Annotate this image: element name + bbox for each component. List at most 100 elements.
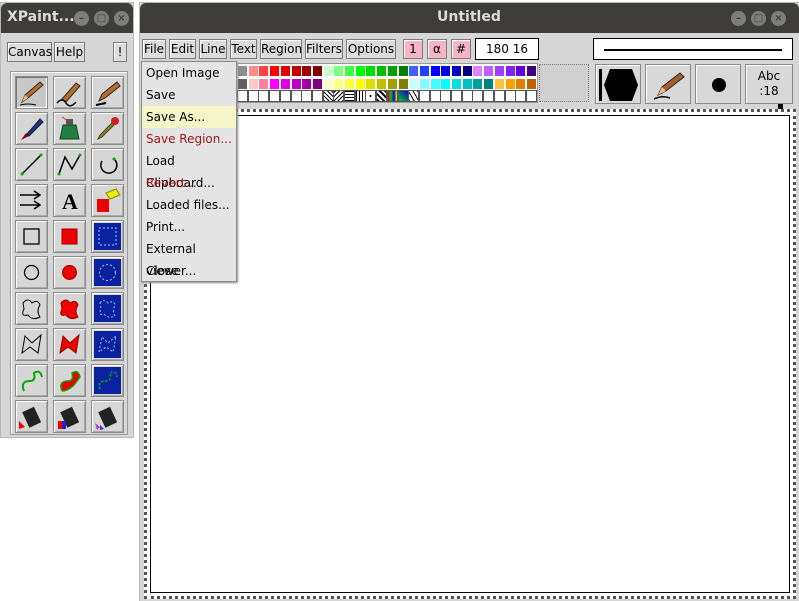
file-menu-item-load-clipboard[interactable]: Load Clipboard... [142,150,236,190]
pattern-swatch[interactable] [376,90,388,102]
color-swatch[interactable] [418,78,430,90]
color-swatch[interactable] [461,65,473,77]
color-swatch[interactable] [461,78,473,90]
pattern-swatch[interactable] [354,90,366,102]
color-swatch[interactable] [258,65,270,77]
quick-button-alpha[interactable]: α [427,39,447,59]
tool-filled-freehand[interactable] [53,292,86,325]
pattern-swatch[interactable] [397,90,409,102]
pattern-swatch[interactable] [418,90,430,102]
pattern-swatch[interactable] [493,90,505,102]
close-button[interactable]: × [771,11,786,26]
brush-shape-button[interactable] [595,64,641,104]
tool-dropper[interactable] [91,112,124,145]
color-swatch[interactable] [504,65,516,77]
color-swatch[interactable] [418,65,430,77]
file-menu-item-external-viewer[interactable]: External viewer... [142,238,236,278]
menu-edit-button[interactable]: Edit [169,39,196,59]
tool-rectangle-select[interactable] [91,220,124,253]
pattern-swatch[interactable] [440,90,452,102]
color-swatch[interactable] [290,78,302,90]
color-swatch[interactable] [258,78,270,90]
color-swatch[interactable] [408,65,420,77]
color-swatch[interactable] [354,65,366,77]
color-swatch[interactable] [279,78,291,90]
tool-fractal-fill[interactable] [91,400,124,433]
color-swatch[interactable] [483,78,495,90]
color-swatch[interactable] [333,65,345,77]
tool-erase[interactable] [91,184,124,217]
color-swatch[interactable] [376,65,388,77]
tool-line[interactable] [15,148,48,181]
color-swatch[interactable] [279,65,291,77]
pattern-swatch[interactable] [258,90,270,102]
menu-options-button[interactable]: Options [346,39,396,59]
tool-filled-polygon[interactable] [53,328,86,361]
color-swatch[interactable] [333,78,345,90]
tool-rectangle[interactable] [15,220,48,253]
menu-file-button[interactable]: File [142,39,166,59]
color-swatch[interactable] [365,78,377,90]
brush-size-button[interactable] [695,64,741,104]
color-swatch[interactable] [311,65,323,77]
current-color-box[interactable] [539,64,589,102]
pattern-swatch[interactable] [279,90,291,102]
color-swatch[interactable] [290,65,302,77]
color-swatch[interactable] [525,65,537,77]
tool-fill-bucket[interactable] [15,400,48,433]
menu-filters-button[interactable]: Filters [305,39,343,59]
color-swatch[interactable] [440,65,452,77]
color-swatch[interactable] [344,78,355,90]
menu-text-button[interactable]: Text [230,39,257,59]
pattern-swatch[interactable] [311,90,323,102]
tool-polygon[interactable] [15,328,48,361]
pattern-swatch[interactable] [290,90,302,102]
color-swatch[interactable] [408,78,420,90]
color-swatch[interactable] [429,65,441,77]
tool-filled-circle[interactable] [53,256,86,289]
color-swatch[interactable] [365,65,377,77]
tool-fountain-pen[interactable] [91,76,124,109]
pattern-swatch[interactable] [301,90,313,102]
color-swatch[interactable] [344,65,355,77]
close-button[interactable]: × [114,11,129,26]
tool-calligraphy-pen[interactable] [53,76,86,109]
resize-handle[interactable] [778,104,783,109]
color-swatch[interactable] [237,65,248,77]
tool-polyline[interactable] [53,148,86,181]
toolbox-titlebar[interactable]: XPaint... – □ × [1,3,133,33]
tool-circle-select[interactable] [91,256,124,289]
pattern-swatch[interactable] [237,90,248,102]
font-button[interactable]: Abc :18 [745,64,793,104]
tool-curve[interactable] [15,364,48,397]
tool-preview-button[interactable] [645,64,691,104]
pattern-swatch[interactable] [525,90,537,102]
tool-brush[interactable] [15,112,48,145]
pattern-swatch[interactable] [247,90,259,102]
file-menu-item-save[interactable]: Save [142,84,236,106]
file-menu-item-save-as[interactable]: Save As... [142,106,236,128]
color-swatch[interactable] [515,78,527,90]
color-swatch[interactable] [440,78,452,90]
color-swatch[interactable] [247,65,259,77]
tool-filled-curve[interactable] [53,364,86,397]
drawing-canvas[interactable] [150,115,790,593]
pattern-swatch[interactable] [483,90,495,102]
pattern-swatch[interactable] [333,90,345,102]
canvas-titlebar[interactable]: Untitled – □ × [140,3,799,33]
pattern-swatch[interactable] [472,90,484,102]
help-menu-button[interactable]: Help [54,42,85,62]
color-swatch[interactable] [376,78,388,90]
minimize-button[interactable]: – [731,11,746,26]
pattern-swatch[interactable] [344,90,355,102]
tool-filled-rectangle[interactable] [53,220,86,253]
color-swatch[interactable] [483,65,495,77]
tool-sprayer[interactable] [53,112,86,145]
pattern-swatch[interactable] [365,90,377,102]
maximize-button[interactable]: □ [94,11,109,26]
color-swatch[interactable] [311,78,323,90]
color-swatch[interactable] [247,78,259,90]
color-swatch[interactable] [504,78,516,90]
tool-curve-select[interactable] [91,364,124,397]
pattern-swatch[interactable] [429,90,441,102]
